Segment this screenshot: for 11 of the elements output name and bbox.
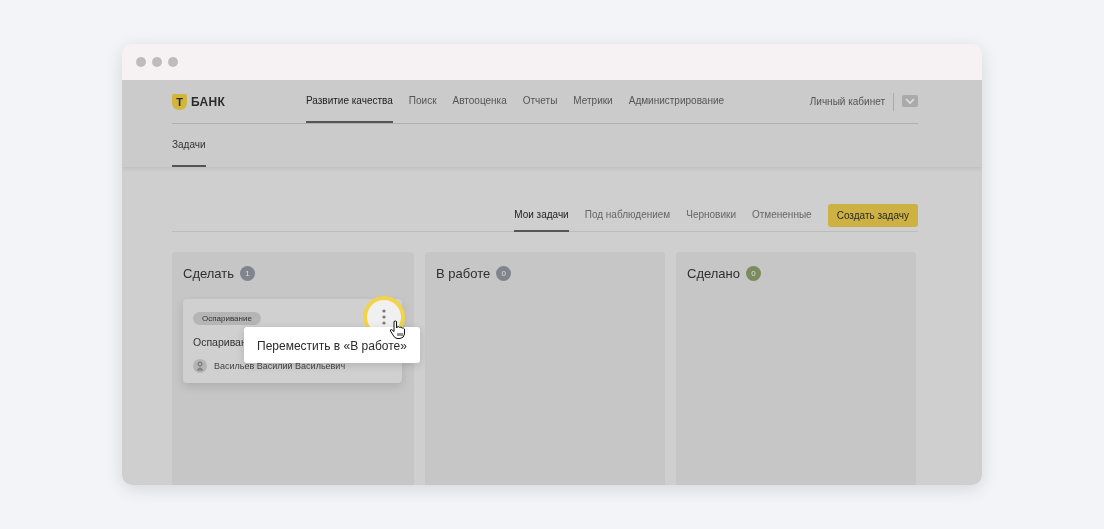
count-badge: 1 <box>240 266 256 281</box>
count-badge: 0 <box>746 266 761 281</box>
column-title: Сделано <box>687 266 740 281</box>
tag-chip: Оспаривание <box>193 312 261 325</box>
count-badge: 0 <box>496 266 512 281</box>
column-title: Сделать <box>183 266 235 281</box>
logo-text: БАНК <box>191 94 226 109</box>
task-title: Оспариван <box>193 336 247 348</box>
column-title: В работе <box>436 266 491 281</box>
logo-shield-icon: Т <box>172 93 187 110</box>
assignee-name: Васильев Василий Васильевич <box>214 361 346 371</box>
